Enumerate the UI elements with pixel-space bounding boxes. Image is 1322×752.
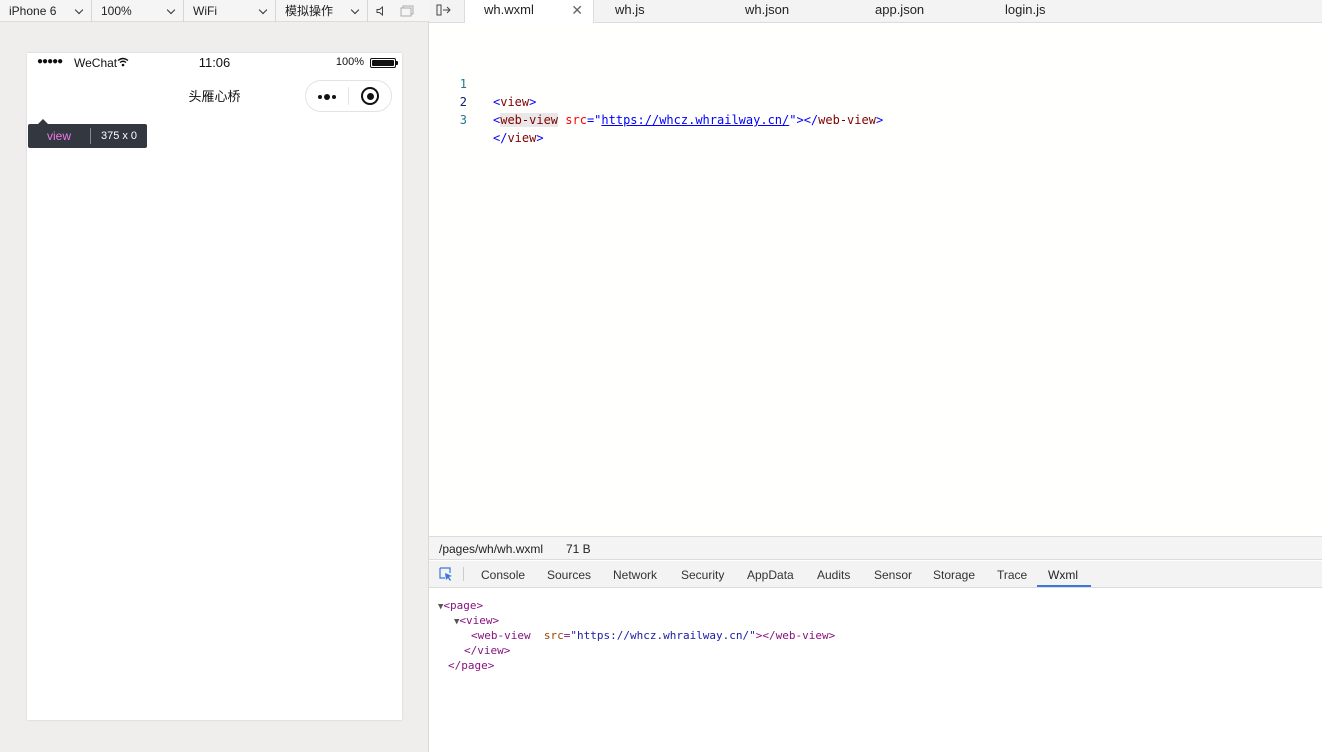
tree-node-view[interactable]: ▼<view> [454, 613, 499, 628]
code-url-link[interactable]: https://whcz.whrailway.cn/ [601, 113, 789, 127]
tree-tag: <web-view [471, 629, 531, 642]
tooltip-size: 375 x 0 [100, 130, 138, 142]
element-picker-icon[interactable] [439, 567, 453, 581]
tree-tag: <page> [443, 599, 484, 612]
inspect-tooltip: view 375 x 0 [28, 119, 147, 148]
editor-status-bar: /pages/wh/wh.wxml 71 B [429, 536, 1322, 560]
tree-tag: </view> [464, 644, 511, 657]
code-attr: src [565, 113, 587, 127]
wxml-tree: ▼<page> ▼<view> <web-view src="https://w… [429, 588, 1322, 752]
tab-wh-wxml[interactable]: wh.wxml ✕ [464, 0, 594, 24]
code-editor[interactable]: 1 <view> 2 <web-view src="https://whcz.w… [429, 23, 1322, 536]
tooltip-tag: view [46, 129, 71, 143]
code-tag: view [507, 131, 537, 145]
more-dots-icon [317, 89, 337, 103]
code-content: <web-view src="https://whcz.whrailway.cn… [493, 111, 883, 129]
tab-label: wh.wxml [484, 2, 534, 17]
network-select[interactable]: WiFi [184, 0, 276, 22]
editor-panel: wh.wxml ✕ wh.js wh.json app.json login.j… [429, 0, 1322, 752]
network-select-value: WiFi [193, 3, 217, 18]
tab-login-js[interactable]: login.js [1005, 0, 1045, 23]
operations-select-value: 模拟操作 [285, 4, 334, 18]
panel-toggle-icon [436, 4, 451, 16]
tab-label: app.json [875, 2, 925, 17]
devtab-storage[interactable]: Storage [933, 568, 975, 582]
devtab-network[interactable]: Network [613, 568, 657, 582]
file-path: /pages/wh/wh.wxml [439, 542, 544, 556]
devtools-divider [463, 567, 464, 581]
menu-capsule [305, 80, 392, 112]
tree-tag: </page> [448, 659, 495, 672]
device-select[interactable]: iPhone 6 [0, 0, 92, 22]
tree-node-web-view[interactable]: <web-view src="https://whcz.whrailway.cn… [471, 628, 835, 643]
phone-status-bar: ●●●●● WeChat 11:06 100% [27, 53, 402, 73]
devtab-sensor[interactable]: Sensor [874, 568, 912, 582]
simulator-toolbar: iPhone 6 100% WiFi 模拟操作 [0, 0, 429, 22]
zoom-select[interactable]: 100% [92, 0, 184, 22]
file-size: 71 B [566, 542, 591, 556]
tree-node-view-close: </view> [464, 643, 510, 658]
close-icon[interactable]: ✕ [571, 0, 583, 20]
chevron-down-icon [259, 7, 267, 15]
code-punct: > [529, 95, 537, 109]
tab-label: wh.json [745, 2, 790, 17]
code-punct: "></ [789, 113, 819, 127]
active-tab-indicator [1037, 585, 1091, 587]
tree-node-page[interactable]: ▼<page> [438, 598, 483, 613]
tab-app-json[interactable]: app.json [875, 0, 924, 23]
zoom-select-value: 100% [101, 3, 132, 18]
code-punct: =" [586, 113, 602, 127]
tree-attr-value: "https://whcz.whrailway.cn/" [570, 629, 756, 642]
chevron-down-icon [75, 7, 83, 15]
line-number: 3 [459, 113, 467, 127]
operations-select[interactable]: 模拟操作 [276, 0, 368, 22]
devtab-appdata[interactable]: AppData [747, 568, 794, 582]
devtab-sources[interactable]: Sources [547, 568, 591, 582]
navigation-bar: 头雁心桥 [27, 73, 402, 115]
tab-wh-js[interactable]: wh.js [615, 0, 645, 23]
code-tag: web-view [500, 113, 559, 127]
tab-label: login.js [1005, 2, 1046, 17]
devtab-wxml[interactable]: Wxml [1048, 568, 1078, 582]
mute-button[interactable] [368, 0, 394, 22]
chevron-down-icon [351, 7, 359, 15]
code-punct: > [875, 113, 884, 127]
close-miniprogram-button[interactable] [349, 81, 391, 111]
tree-tag: ></web-view> [755, 629, 836, 642]
tab-wh-json[interactable]: wh.json [745, 0, 789, 23]
editor-tab-bar: wh.wxml ✕ wh.js wh.json app.json login.j… [429, 0, 1322, 24]
code-content: </view> [493, 129, 544, 147]
target-circle-icon [361, 87, 379, 105]
chevron-down-icon [167, 7, 175, 15]
devtab-console[interactable]: Console [481, 568, 525, 582]
device-select-value: iPhone 6 [9, 3, 57, 18]
simulator-panel: iPhone 6 100% WiFi 模拟操作 ●●●●● WeChat 11:… [0, 0, 429, 752]
code-tag: web-view [818, 113, 876, 127]
devtab-audits[interactable]: Audits [817, 568, 850, 582]
tree-tag: <view> [459, 614, 500, 627]
devtab-security[interactable]: Security [681, 568, 724, 582]
code-tag: view [500, 95, 530, 109]
devtools-tab-bar: Console Sources Network Security AppData… [429, 561, 1322, 588]
code-line: 2 <web-view src="https://whcz.whrailway.… [429, 75, 883, 127]
speaker-icon [376, 5, 383, 16]
code-line: 1 <view> [429, 57, 537, 109]
battery-percent: 100% [335, 56, 364, 68]
code-content: <view> [493, 93, 536, 111]
battery-icon [370, 58, 398, 68]
window-icon [400, 5, 414, 16]
devtab-trace[interactable]: Trace [997, 568, 1027, 582]
phone-screen: ●●●●● WeChat 11:06 100% 头雁心桥 [27, 53, 402, 720]
tab-label: wh.js [615, 2, 645, 17]
detach-window-button[interactable] [394, 0, 420, 22]
code-punct: > [536, 131, 544, 145]
tree-attr: src [543, 629, 564, 642]
code-punct: </ [493, 131, 508, 145]
more-button[interactable] [306, 81, 348, 111]
tree-node-page-close: </page> [448, 658, 494, 673]
code-line: 3 </view> [429, 93, 544, 145]
toggle-panel-button[interactable] [435, 3, 455, 19]
